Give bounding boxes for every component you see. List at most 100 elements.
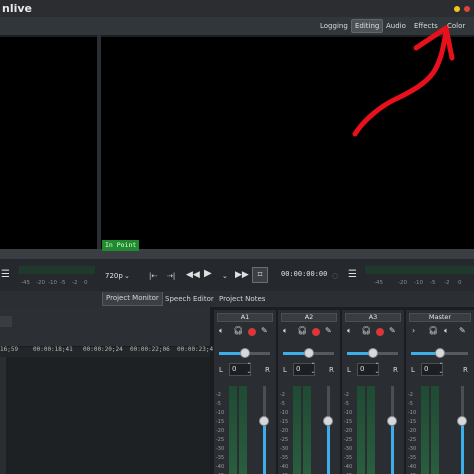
set-in-icon[interactable]: |⇠ <box>149 270 157 282</box>
tab-project-notes[interactable]: Project Notes <box>216 292 268 306</box>
volume-fader-knob[interactable] <box>323 416 333 426</box>
db-scale-label: -25 <box>344 437 353 443</box>
project-monitor[interactable] <box>101 37 474 249</box>
timecode-display[interactable]: 00:00:00:00 <box>281 270 327 278</box>
mixer-strip-a3: A3🔈︎🎧︎✎L0⌃⌄R-2-5-10-15-20-25-30-35-40-45 <box>341 310 404 474</box>
spinner-icon[interactable]: ⌃ ⌄ <box>437 363 445 376</box>
strip-title: A1 <box>217 313 273 322</box>
minimize-dot[interactable] <box>454 6 460 12</box>
set-out-icon[interactable]: ⇢| <box>167 270 175 282</box>
speaker-icon[interactable]: 🔈︎ <box>347 326 352 336</box>
record-icon[interactable] <box>376 328 384 336</box>
timecode-spinner-icon[interactable]: ◌ <box>332 270 338 282</box>
strip-title: A2 <box>281 313 337 322</box>
db-scale-label: -25 <box>216 437 225 443</box>
balance-knob[interactable] <box>240 348 250 358</box>
tab-effects[interactable]: Effects <box>411 19 441 33</box>
volume-fader-knob[interactable] <box>387 416 397 426</box>
pan-right-label: R <box>463 366 468 374</box>
tab-logging[interactable]: Logging <box>317 19 351 33</box>
timeline-timecode: 16;59 <box>0 346 19 353</box>
volume-fader-knob[interactable] <box>457 416 467 426</box>
headphones-icon[interactable]: 🎧︎ <box>361 326 371 336</box>
magic-wand-icon[interactable]: ✎ <box>261 326 268 336</box>
db-scale-label: -2 <box>344 392 349 398</box>
db-scale-label: -10 <box>344 410 353 416</box>
volume-fader-knob[interactable] <box>259 416 269 426</box>
chevron-down-icon[interactable]: ⌄ <box>222 270 228 282</box>
magic-wand-icon[interactable]: ✎ <box>389 326 396 336</box>
level-meter-right <box>303 386 311 474</box>
timeline-track-area[interactable] <box>0 357 210 474</box>
close-dot[interactable] <box>464 6 470 12</box>
chevron-right-icon[interactable]: › <box>412 326 415 336</box>
tab-speech-editor[interactable]: Speech Editor <box>162 292 217 306</box>
mixer-strip-a1: A1🔈︎🎧︎✎L0⌃⌄R-2-5-10-15-20-25-30-35-40-45 <box>213 310 276 474</box>
speaker-icon[interactable]: 🔈︎ <box>444 326 449 336</box>
tab-color[interactable]: Color <box>444 19 468 33</box>
level-meter-left <box>293 386 301 474</box>
chevron-down-icon[interactable]: ⌄ <box>124 270 130 282</box>
record-icon[interactable] <box>248 328 256 336</box>
timeline-toolbar-field[interactable] <box>0 316 12 327</box>
project-menu-icon[interactable]: ☰ <box>348 269 357 281</box>
magic-wand-icon[interactable]: ✎ <box>325 326 332 336</box>
db-scale-label: -10 <box>280 410 289 416</box>
db-scale-label: -2 <box>408 392 413 398</box>
level-meter-right <box>239 386 247 474</box>
db-scale-label: -40 <box>216 464 225 470</box>
clip-monitor[interactable] <box>0 37 97 249</box>
volume-fader-fill <box>327 426 330 474</box>
balance-knob[interactable] <box>368 348 378 358</box>
timeline-timecode: 00:00:22;06 <box>130 346 170 353</box>
db-scale-label: -20 <box>344 428 353 434</box>
speaker-icon[interactable]: 🔈︎ <box>219 326 224 336</box>
spinner-icon[interactable]: ⌃ ⌄ <box>309 363 317 376</box>
record-icon[interactable] <box>312 328 320 336</box>
project-audio-meter <box>365 266 474 274</box>
db-scale-label: -30 <box>216 446 225 452</box>
workspace-toolbar: Logging Editing Audio Effects Color <box>0 17 474 35</box>
monitor-ruler[interactable] <box>0 249 474 259</box>
level-meter-left <box>421 386 429 474</box>
spinner-icon[interactable]: ⌃ ⌄ <box>373 363 381 376</box>
resolution-select[interactable]: 720p <box>105 270 123 282</box>
play-icon[interactable]: ▶ <box>204 268 212 280</box>
pan-left-label: L <box>219 366 223 374</box>
clip-scale-1: -20 <box>36 280 45 286</box>
fast-forward-icon[interactable]: ▶▶ <box>235 269 249 281</box>
level-meter-left <box>229 386 237 474</box>
db-scale-label: -35 <box>216 455 225 461</box>
db-scale-label: -40 <box>280 464 289 470</box>
balance-knob[interactable] <box>304 348 314 358</box>
volume-fader-fill <box>263 426 266 474</box>
magic-wand-icon[interactable]: ✎ <box>459 326 466 336</box>
db-scale-label: -15 <box>408 419 417 425</box>
headphones-icon[interactable]: 🎧︎ <box>233 326 243 336</box>
spinner-icon[interactable]: ⌃ ⌄ <box>245 363 253 376</box>
tab-editing[interactable]: Editing <box>351 19 384 33</box>
db-scale-label: -35 <box>408 455 417 461</box>
db-scale-label: -2 <box>280 392 285 398</box>
db-scale-label: -20 <box>216 428 225 434</box>
crop-icon[interactable]: ⌗ <box>252 267 268 283</box>
headphones-icon[interactable]: 🎧︎ <box>297 326 307 336</box>
strip-title: Master <box>409 313 471 322</box>
clip-scale-3: -5 <box>60 280 66 286</box>
tab-project-monitor[interactable]: Project Monitor <box>102 292 163 306</box>
speaker-icon[interactable]: 🔈︎ <box>283 326 288 336</box>
clip-menu-icon[interactable]: ☰ <box>1 269 10 281</box>
timeline-timecode: 00:00:23;4 <box>177 346 214 353</box>
rewind-icon[interactable]: ◀◀ <box>186 269 200 281</box>
timeline-track-header[interactable] <box>0 357 6 474</box>
headphones-icon[interactable]: 🎧︎ <box>428 326 438 336</box>
db-scale-label: -15 <box>280 419 289 425</box>
timeline-header <box>0 307 210 347</box>
db-scale-label: -20 <box>280 428 289 434</box>
pan-left-label: L <box>411 366 415 374</box>
clip-scale-4: -2 <box>72 280 78 286</box>
balance-knob[interactable] <box>435 348 445 358</box>
proj-scale-3: -5 <box>430 280 436 286</box>
tab-audio[interactable]: Audio <box>383 19 409 33</box>
in-point-label: In Point <box>102 240 140 251</box>
